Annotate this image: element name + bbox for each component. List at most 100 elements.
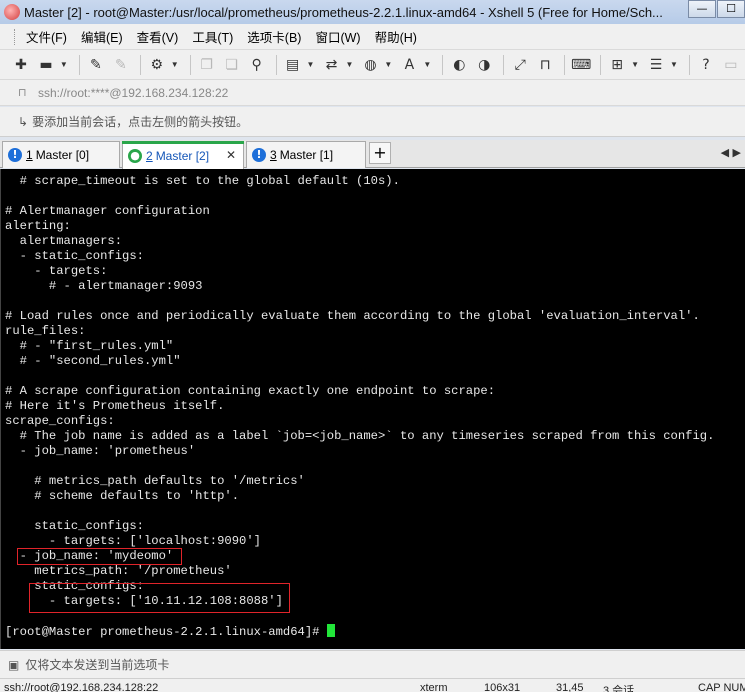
menu-help[interactable]: 帮助(H) — [368, 27, 424, 46]
terminal-line-text: # - alertmanager:9093 — [5, 279, 203, 293]
terminal-line: alerting: — [5, 219, 742, 234]
xshell-app-icon[interactable] — [4, 4, 20, 20]
terminal-line: # Load rules once and periodically evalu… — [5, 309, 742, 324]
window-title: Master [2] - root@Master:/usr/local/prom… — [24, 4, 663, 20]
add-session-arrow-icon[interactable]: ↳ — [18, 115, 28, 129]
terminal-line-text: # Here it's Prometheus itself. — [5, 399, 225, 413]
new-tab-dropdown-icon[interactable]: ▼ — [631, 60, 641, 69]
tab-master-2[interactable]: ● 2 Master [2] ✕ — [122, 141, 244, 169]
toolbar: ✚ ▬ ▼ ✎ ✎ ⚙ ▼ ❐ ❏ ⚲ ▤ ▼ ⇄ ▼ ◍ ▼ A ▼ ◐ ◑ … — [0, 50, 745, 80]
font-dropdown-icon[interactable]: ▼ — [423, 60, 433, 69]
add-tab-button[interactable]: + — [369, 142, 391, 164]
tab-label: Master [1] — [279, 148, 334, 162]
toolbar-separator — [78, 54, 80, 75]
terminal-line-text: # metrics_path defaults to '/metrics' — [5, 474, 305, 488]
open-folder-icon[interactable]: ▬ — [35, 54, 57, 76]
tab-master-1[interactable]: ! 3 Master [1] — [246, 141, 366, 168]
terminal-line-text: alertmanagers: — [5, 234, 123, 248]
minimize-button[interactable]: — — [688, 0, 716, 18]
terminal-line: # - "first_rules.yml" — [5, 339, 742, 354]
address-field[interactable]: ssh://root:****@192.168.234.128:22 — [38, 86, 228, 100]
tab-label: Master [2] — [155, 148, 210, 163]
terminal-line: [root@Master prometheus-2.2.1.linux-amd6… — [5, 624, 742, 639]
print-dropdown-icon[interactable]: ▼ — [307, 60, 317, 69]
menu-tabs[interactable]: 选项卡(B) — [240, 27, 308, 46]
find-icon[interactable]: ⚲ — [246, 54, 268, 76]
keyboard-icon[interactable]: ⌨ — [570, 54, 592, 76]
terminal-line-text: - targets: — [5, 264, 108, 278]
address-bar: ⊓ ssh://root:****@192.168.234.128:22 — [0, 80, 745, 106]
title-bar: Master [2] - root@Master:/usr/local/prom… — [0, 0, 745, 24]
paste-icon[interactable]: ❏ — [221, 54, 243, 76]
send-bar-text[interactable]: 仅将文本发送到当前选项卡 — [25, 656, 169, 673]
font-icon[interactable]: A — [398, 54, 420, 76]
print-icon[interactable]: ▤ — [282, 54, 304, 76]
tab-master-0[interactable]: ! 1 Master [0] — [2, 141, 120, 168]
open-dropdown-icon[interactable]: ▼ — [60, 60, 70, 69]
terminal-line-text: metrics_path: '/prometheus' — [5, 564, 232, 578]
toolbar-separator — [564, 54, 566, 75]
toolbar-separator — [600, 54, 602, 75]
terminal-line-text: # The job name is added as a label `job=… — [5, 429, 715, 443]
terminal-line: # A scrape configuration containing exac… — [5, 384, 742, 399]
copy-icon[interactable]: ❐ — [196, 54, 218, 76]
tab-alert-icon: ! — [252, 148, 266, 162]
toolbar-separator — [688, 54, 690, 75]
terminal-line-text: # Load rules once and periodically evalu… — [5, 309, 700, 323]
transfer-icon[interactable]: ⇄ — [321, 54, 343, 76]
terminal-line-text: - static_configs: — [5, 249, 144, 263]
globe-icon[interactable]: ◍ — [359, 54, 381, 76]
terminal-line-text: # Alertmanager configuration — [5, 204, 210, 218]
new-tab-icon[interactable]: ⊞ — [606, 54, 628, 76]
menu-file[interactable]: 文件(F) — [19, 27, 74, 46]
terminal-line: scrape_configs: — [5, 414, 742, 429]
tab-label: Master [0] — [35, 148, 90, 162]
menu-window[interactable]: 窗口(W) — [308, 27, 367, 46]
menu-edit[interactable]: 编辑(E) — [74, 27, 130, 46]
tab-alert-icon: ! — [8, 148, 22, 162]
properties-dropdown-icon[interactable]: ▼ — [171, 60, 181, 69]
toolbar-separator — [503, 54, 505, 75]
help-icon[interactable]: ? — [695, 54, 717, 76]
terminal-line-text: # A scrape configuration containing exac… — [5, 384, 496, 398]
status-bar: ssh://root@192.168.234.128:22 xterm 106x… — [0, 678, 745, 692]
terminal-line-text: # scheme defaults to 'http'. — [5, 489, 240, 503]
terminal-line-text: scrape_configs: — [5, 414, 115, 428]
lock-icon[interactable]: ⊓ — [534, 54, 556, 76]
properties-icon[interactable]: ⚙ — [146, 54, 168, 76]
menu-grip[interactable] — [14, 28, 17, 45]
disconnect-icon[interactable]: ✎ — [110, 54, 132, 76]
reconnect-icon[interactable]: ✎ — [85, 54, 107, 76]
terminal-line: # metrics_path defaults to '/metrics' — [5, 474, 742, 489]
tab-close-icon[interactable]: ✕ — [226, 148, 236, 162]
globe-dropdown-icon[interactable]: ▼ — [384, 60, 394, 69]
fullscreen-icon[interactable]: ⤢ — [509, 54, 531, 76]
maximize-button[interactable]: ☐ — [717, 0, 745, 18]
transfer-dropdown-icon[interactable]: ▼ — [345, 60, 355, 69]
tab-list-icon[interactable]: ☰ — [645, 54, 667, 76]
address-lock-icon: ⊓ — [18, 85, 27, 99]
chat-icon[interactable]: ▭ — [720, 54, 742, 76]
terminal-line-text: rule_files: — [5, 324, 86, 338]
terminal-view[interactable]: # scrape_timeout is set to the global de… — [0, 169, 745, 649]
terminal-line-text: static_configs: — [5, 519, 144, 533]
status-cursor-position: 31,45 — [556, 682, 584, 692]
menu-tools[interactable]: 工具(T) — [185, 27, 240, 46]
tab-list-dropdown-icon[interactable]: ▼ — [670, 60, 680, 69]
terminal-line: static_configs: — [5, 519, 742, 534]
terminal-line: # Here it's Prometheus itself. — [5, 399, 742, 414]
menu-view[interactable]: 查看(V) — [130, 27, 186, 46]
xftp-icon[interactable]: ◐ — [448, 54, 470, 76]
tab-scroll-arrows[interactable]: ◀ ▶ — [721, 146, 741, 159]
terminal-line-text: - targets: ['localhost:9090'] — [5, 534, 261, 548]
xmanager-icon[interactable]: ◑ — [473, 54, 495, 76]
new-session-icon[interactable]: ✚ — [10, 54, 32, 76]
terminal-line: # The job name is added as a label `job=… — [5, 429, 742, 444]
send-options-icon[interactable]: ▣ — [8, 658, 19, 672]
tab-number: 2 — [146, 148, 153, 163]
terminal-line: - targets: ['localhost:9090'] — [5, 534, 742, 549]
